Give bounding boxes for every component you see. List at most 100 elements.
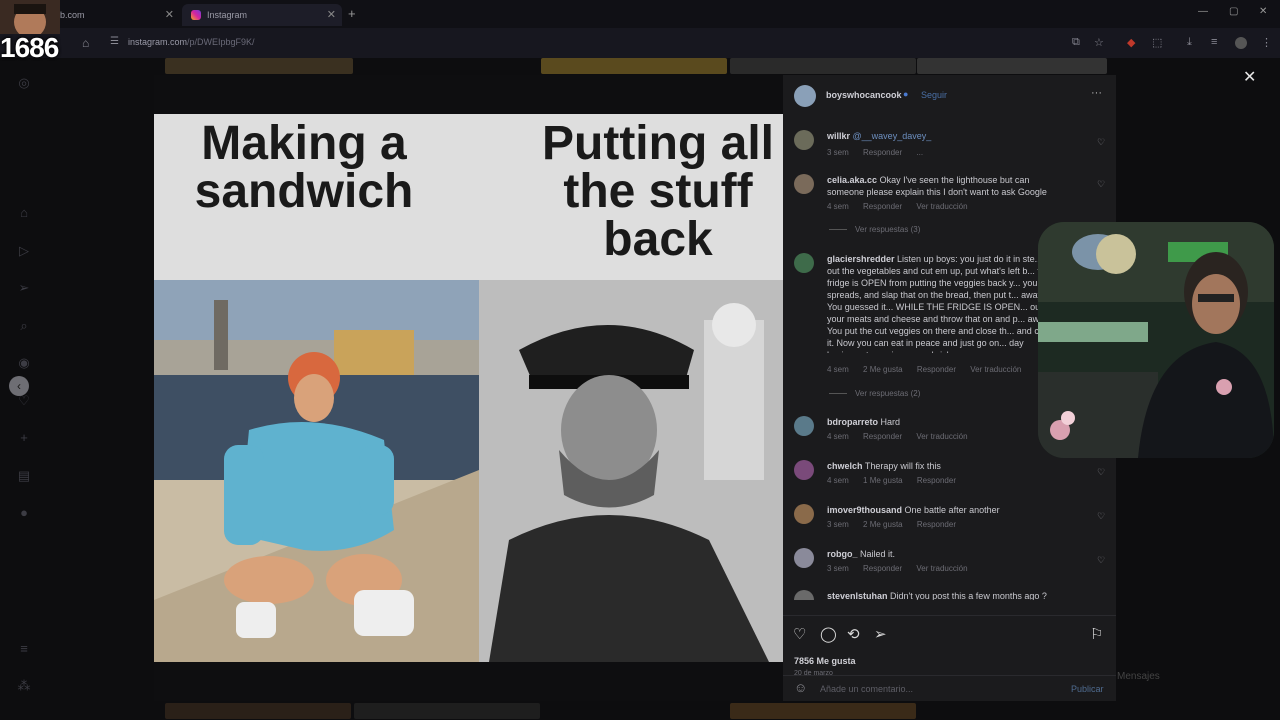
comment-username[interactable]: glaciershredder: [827, 254, 895, 264]
reply-button[interactable]: Responder: [917, 365, 956, 374]
home-icon[interactable]: ⌂: [16, 205, 32, 221]
comment-like-icon[interactable]: ♡: [1097, 179, 1105, 190]
address-bar-row: ⌂ ☰ instagram.com/p/DWEIpbgF9K/ ⧉ ☆ ◆ ⬚ …: [0, 28, 1280, 58]
extension-red-icon[interactable]: ◆: [1127, 36, 1135, 49]
comment-avatar[interactable]: [794, 130, 814, 150]
reply-button[interactable]: Responder: [917, 476, 956, 485]
share-send-icon[interactable]: ➢: [874, 625, 887, 643]
dashboard-icon[interactable]: ▤: [16, 468, 32, 484]
close-tab-icon[interactable]: ✕: [165, 8, 174, 21]
comment-username[interactable]: stevenlstuhan: [827, 591, 888, 600]
close-modal-icon[interactable]: ✕: [1243, 67, 1256, 87]
comment-username[interactable]: celia.aka.cc: [827, 175, 877, 185]
grid-thumbnail: [730, 703, 916, 719]
reply-button[interactable]: Responder: [863, 564, 902, 573]
repost-icon[interactable]: ⟲: [847, 625, 860, 643]
meme-right-caption: Putting all the stuff back: [542, 117, 774, 266]
comment-body: glaciershredder Listen up boys: you just…: [827, 253, 1052, 353]
comment-username[interactable]: robgo_: [827, 549, 858, 559]
comment-avatar[interactable]: [794, 460, 814, 480]
comment-body: willkr @__wavey_davey_: [827, 130, 1052, 142]
comment-like-icon[interactable]: ♡: [1097, 555, 1105, 566]
comment-like-count[interactable]: 1 Me gusta: [863, 476, 903, 485]
menu-kebab-icon[interactable]: ⋮: [1261, 36, 1272, 49]
view-replies-button[interactable]: Ver respuestas (2): [829, 389, 920, 398]
comment-avatar[interactable]: [794, 504, 814, 524]
comment-like-icon[interactable]: ♡: [1097, 137, 1105, 148]
comment-meta: 4 sem 1 Me gusta Responder: [827, 476, 968, 485]
more-menu-icon[interactable]: ≡: [16, 641, 32, 657]
bookmark-star-icon[interactable]: ☆: [1094, 36, 1104, 49]
comment-meta: 3 sem Responder ...: [827, 148, 935, 157]
maximize-icon[interactable]: ▢: [1229, 6, 1238, 17]
browser-tab-instagram[interactable]: Instagram ✕: [182, 4, 342, 26]
save-bookmark-icon[interactable]: ⚐: [1090, 625, 1103, 643]
direct-icon[interactable]: ➢: [16, 280, 32, 296]
comment-meta: 4 sem Responder Ver traducción: [827, 202, 980, 211]
comment-text: Listen up boys: you just do it in ste...…: [827, 254, 1050, 353]
reply-button[interactable]: Responder: [863, 432, 902, 441]
new-tab-icon[interactable]: +: [348, 6, 356, 21]
comment-username[interactable]: willkr: [827, 131, 850, 141]
comment-item: stevenlstuhan Didn't you post this a few…: [783, 590, 1116, 600]
comment-like-count[interactable]: 2 Me gusta: [863, 365, 903, 374]
author-username[interactable]: boyswhocancook: [826, 90, 902, 100]
comment-username[interactable]: imover9thousand: [827, 505, 902, 515]
instagram-favicon-icon: [191, 10, 201, 20]
home-icon[interactable]: ⌂: [82, 36, 89, 50]
profile-icon[interactable]: ●: [16, 505, 32, 521]
comment-like-icon[interactable]: ♡: [1097, 511, 1105, 522]
add-comment-row: ☺ Añade un comentario... Publicar: [783, 675, 1116, 701]
reply-button[interactable]: Responder: [863, 202, 902, 211]
address-bar[interactable]: instagram.com/p/DWEIpbgF9K/: [128, 37, 255, 47]
add-comment-input[interactable]: Añade un comentario...: [820, 684, 913, 694]
comment-like-count[interactable]: 2 Me gusta: [863, 520, 903, 529]
comment-options-button[interactable]: ...: [916, 148, 923, 157]
more-options-icon[interactable]: ···: [1091, 87, 1102, 99]
see-translation-button[interactable]: Ver traducción: [916, 202, 967, 211]
media-control-icon[interactable]: ≡: [1211, 36, 1217, 48]
close-tab-icon[interactable]: ✕: [327, 8, 336, 21]
likes-count[interactable]: 7856 Me gusta: [794, 656, 856, 666]
comment-avatar[interactable]: [794, 590, 814, 600]
previous-post-button[interactable]: ‹: [9, 376, 29, 396]
reply-button[interactable]: Responder: [917, 520, 956, 529]
messages-label[interactable]: Mensajes: [1117, 671, 1160, 682]
comment-username[interactable]: bdroparreto: [827, 417, 878, 427]
emoji-icon[interactable]: ☺: [794, 680, 807, 695]
comment-like-icon[interactable]: ♡: [1097, 467, 1105, 478]
follow-button[interactable]: Seguir: [921, 90, 947, 100]
comment-avatar[interactable]: [794, 253, 814, 273]
instagram-logo-icon[interactable]: ◎: [16, 75, 32, 91]
close-window-icon[interactable]: ✕: [1259, 6, 1267, 17]
like-heart-icon[interactable]: ♡: [793, 625, 806, 643]
download-icon[interactable]: ⤓: [1187, 36, 1192, 49]
publish-button[interactable]: Publicar: [1071, 684, 1104, 694]
grid-thumbnail: [541, 58, 727, 74]
comment-avatar[interactable]: [794, 174, 814, 194]
see-translation-button[interactable]: Ver traducción: [916, 432, 967, 441]
comment-text[interactable]: @__wavey_davey_: [853, 131, 932, 141]
author-avatar[interactable]: [794, 85, 816, 107]
see-translation-button[interactable]: Ver traducción: [970, 365, 1021, 374]
background-grid-top: [165, 58, 1115, 74]
search-icon[interactable]: ⌕: [16, 318, 32, 334]
comment-body: stevenlstuhan Didn't you post this a few…: [827, 590, 1052, 600]
see-translation-button[interactable]: Ver traducción: [916, 564, 967, 573]
explore-icon[interactable]: ◉: [16, 355, 32, 371]
profile-avatar[interactable]: [1235, 37, 1247, 49]
comment-body: bdroparreto Hard: [827, 416, 1052, 428]
reply-button[interactable]: Responder: [863, 148, 902, 157]
comment-bubble-icon[interactable]: ◯: [820, 625, 837, 643]
site-info-icon[interactable]: ☰: [110, 36, 119, 47]
extensions-puzzle-icon[interactable]: ⬚: [1152, 36, 1162, 49]
view-replies-button[interactable]: Ver respuestas (3): [829, 225, 920, 234]
minimize-icon[interactable]: —: [1198, 6, 1208, 17]
comment-username[interactable]: chwelch: [827, 461, 863, 471]
screen-share-icon[interactable]: ⧉: [1072, 36, 1080, 49]
comment-avatar[interactable]: [794, 416, 814, 436]
comment-avatar[interactable]: [794, 548, 814, 568]
also-from-meta-icon[interactable]: ⁂: [16, 678, 32, 694]
reels-icon[interactable]: ▷: [16, 243, 32, 259]
create-icon[interactable]: +: [16, 430, 32, 446]
